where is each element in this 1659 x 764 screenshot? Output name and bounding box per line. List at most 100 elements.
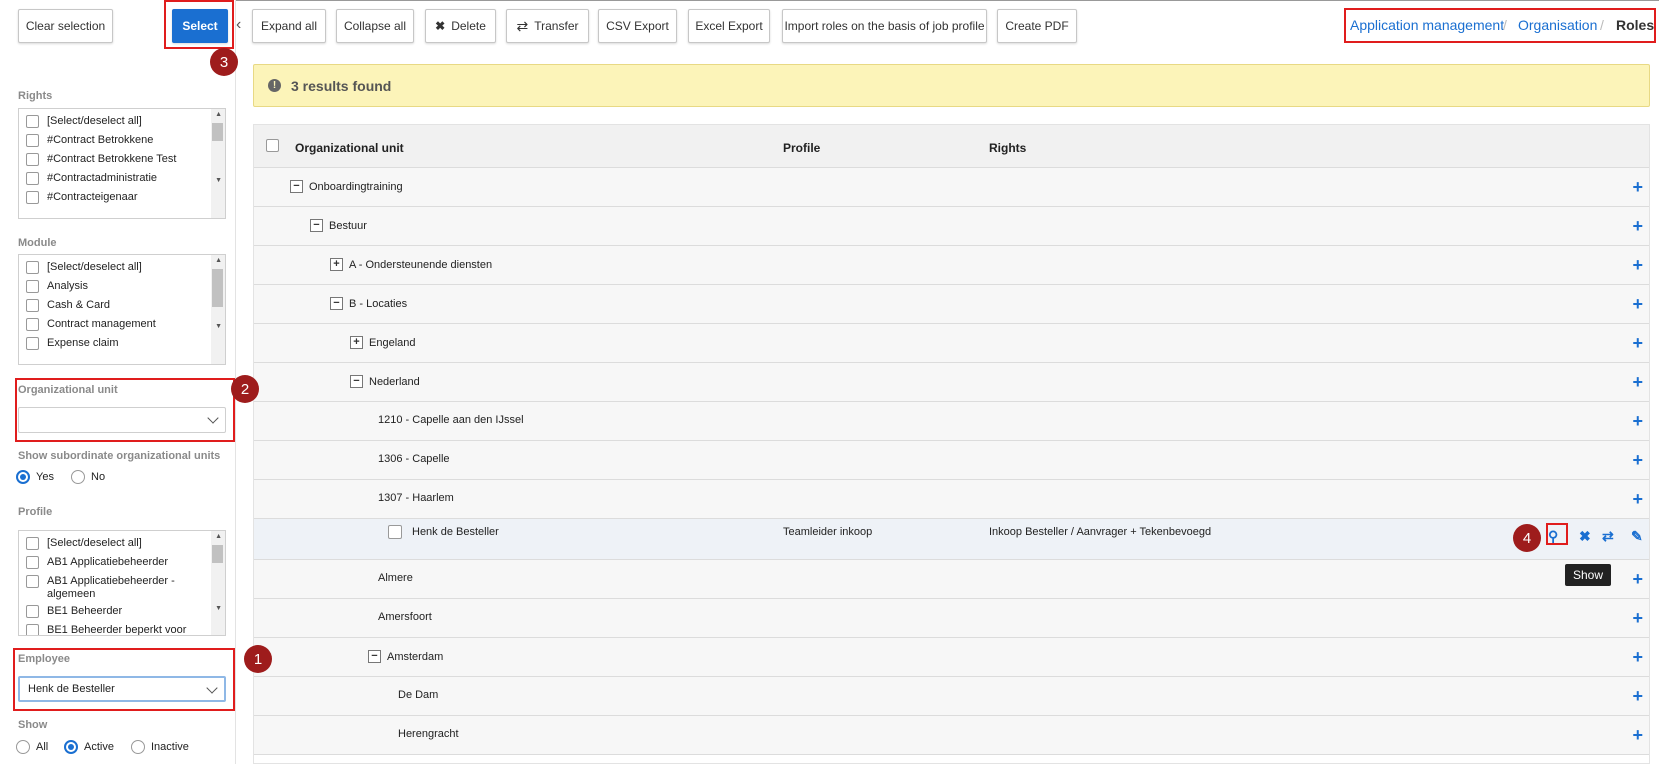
radio-yes[interactable] xyxy=(16,470,30,484)
row-checkbox[interactable] xyxy=(388,525,402,539)
list-item[interactable]: Cash & Card xyxy=(19,296,225,315)
add-icon[interactable]: + xyxy=(1632,334,1643,352)
table-row[interactable]: Herengracht + xyxy=(254,716,1649,755)
scroll-up-icon[interactable]: ▲ xyxy=(215,257,222,264)
collapse-icon[interactable]: − xyxy=(368,650,381,663)
scroll-thumb[interactable] xyxy=(212,123,223,141)
table-row[interactable]: + Engeland + xyxy=(254,324,1649,363)
checkbox[interactable] xyxy=(26,575,39,588)
list-item[interactable]: Contract management xyxy=(19,315,225,334)
list-item[interactable]: Expense claim xyxy=(19,334,225,353)
rights-listbox[interactable]: [Select/deselect all] #Contract Betrokke… xyxy=(18,108,226,219)
add-icon[interactable]: + xyxy=(1632,490,1643,508)
checkbox[interactable] xyxy=(26,172,39,185)
clear-selection-button[interactable]: Clear selection xyxy=(18,9,113,43)
list-item[interactable]: AB1 Applicatiebeheerder - algemeen xyxy=(19,572,225,602)
table-row[interactable]: − Bestuur + xyxy=(254,207,1649,246)
table-row[interactable]: − Nederland + xyxy=(254,363,1649,402)
radio-inactive[interactable] xyxy=(131,740,145,754)
list-item[interactable]: [Select/deselect all] xyxy=(19,534,225,553)
radio-all[interactable] xyxy=(16,740,30,754)
transfer-button[interactable]: ⇄ Transfer xyxy=(506,9,589,43)
checkbox[interactable] xyxy=(26,318,39,331)
table-row[interactable]: De Dam + xyxy=(254,677,1649,716)
expand-icon[interactable]: + xyxy=(350,336,363,349)
add-icon[interactable]: + xyxy=(1632,295,1643,313)
list-item[interactable]: #Contract Betrokkene Test xyxy=(19,150,225,169)
scroll-thumb[interactable] xyxy=(212,269,223,307)
subordinate-no[interactable]: No xyxy=(71,470,105,484)
scroll-down-icon[interactable]: ▼ xyxy=(215,323,222,330)
add-icon[interactable]: + xyxy=(1632,726,1643,744)
scroll-thumb[interactable] xyxy=(212,545,223,563)
expand-all-button[interactable]: Expand all xyxy=(252,9,326,43)
show-all[interactable]: All xyxy=(16,740,48,754)
add-icon[interactable]: + xyxy=(1632,178,1643,196)
add-icon[interactable]: + xyxy=(1632,412,1643,430)
list-item[interactable]: Analysis xyxy=(19,277,225,296)
list-item[interactable]: AB1 Applicatiebeheerder xyxy=(19,553,225,572)
add-icon[interactable]: + xyxy=(1632,570,1643,588)
checkbox[interactable] xyxy=(26,191,39,204)
collapse-icon[interactable]: − xyxy=(290,180,303,193)
list-item[interactable]: #Contractadministratie xyxy=(19,169,225,188)
show-inactive[interactable]: Inactive xyxy=(131,740,189,754)
table-row[interactable]: Almere + xyxy=(254,560,1649,599)
expand-icon[interactable]: + xyxy=(330,258,343,271)
scroll-down-icon[interactable]: ▼ xyxy=(215,177,222,184)
radio-no[interactable] xyxy=(71,470,85,484)
close-icon[interactable]: ✖ xyxy=(1579,528,1591,545)
collapse-icon[interactable]: − xyxy=(330,297,343,310)
checkbox[interactable] xyxy=(26,115,39,128)
scrollbar[interactable]: ▲ ▼ xyxy=(211,531,225,635)
table-row[interactable]: 1307 - Haarlem + xyxy=(254,480,1649,519)
create-pdf-button[interactable]: Create PDF xyxy=(997,9,1077,43)
checkbox[interactable] xyxy=(26,134,39,147)
scrollbar[interactable]: ▲ ▼ xyxy=(211,109,225,218)
list-item[interactable]: #Contracteigenaar xyxy=(19,188,225,207)
transfer-icon[interactable]: ⇄ xyxy=(1602,528,1614,545)
profile-listbox[interactable]: [Select/deselect all] AB1 Applicatiebehe… xyxy=(18,530,226,636)
add-icon[interactable]: + xyxy=(1632,217,1643,235)
table-row[interactable]: + A - Ondersteunende diensten + xyxy=(254,246,1649,285)
add-icon[interactable]: + xyxy=(1632,256,1643,274)
checkbox[interactable] xyxy=(26,556,39,569)
checkbox[interactable] xyxy=(26,299,39,312)
radio-active[interactable] xyxy=(64,740,78,754)
add-icon[interactable]: + xyxy=(1632,451,1643,469)
delete-button[interactable]: ✖ Delete xyxy=(425,9,496,43)
table-row[interactable]: − B - Locaties + xyxy=(254,285,1649,324)
show-active[interactable]: Active xyxy=(64,740,114,754)
add-icon[interactable]: + xyxy=(1632,648,1643,666)
edit-icon[interactable]: ✎ xyxy=(1631,528,1643,545)
add-icon[interactable]: + xyxy=(1632,609,1643,627)
collapse-icon[interactable]: − xyxy=(310,219,323,232)
table-row[interactable]: − Amsterdam + xyxy=(254,638,1649,677)
module-listbox[interactable]: [Select/deselect all] Analysis Cash & Ca… xyxy=(18,254,226,365)
scroll-up-icon[interactable]: ▲ xyxy=(215,533,222,540)
list-item[interactable]: #Contract Betrokkene xyxy=(19,131,225,150)
checkbox[interactable] xyxy=(26,261,39,274)
add-icon[interactable]: + xyxy=(1632,687,1643,705)
table-row[interactable]: Henk de Besteller Teamleider inkoop Inkoop… xyxy=(254,519,1649,560)
checkbox[interactable] xyxy=(26,280,39,293)
excel-export-button[interactable]: Excel Export xyxy=(688,9,770,43)
collapse-icon[interactable]: − xyxy=(350,375,363,388)
list-item[interactable]: [Select/deselect all] xyxy=(19,112,225,131)
list-item[interactable]: BE1 Beheerder beperkt voor xyxy=(19,621,225,635)
add-icon[interactable]: + xyxy=(1632,373,1643,391)
subordinate-yes[interactable]: Yes xyxy=(16,470,54,484)
import-roles-button[interactable]: Import roles on the basis of job profile xyxy=(782,9,987,43)
csv-export-button[interactable]: CSV Export xyxy=(598,9,677,43)
collapse-sidebar-icon[interactable]: ‹ xyxy=(236,16,241,34)
table-row[interactable]: 1210 - Capelle aan den IJssel + xyxy=(254,402,1649,441)
table-row[interactable]: − Onboardingtraining + xyxy=(254,168,1649,207)
scroll-up-icon[interactable]: ▲ xyxy=(215,111,222,118)
select-all-checkbox[interactable] xyxy=(266,139,279,152)
collapse-all-button[interactable]: Collapse all xyxy=(336,9,414,43)
checkbox[interactable] xyxy=(26,337,39,350)
checkbox[interactable] xyxy=(26,624,39,635)
list-item[interactable]: [Select/deselect all] xyxy=(19,258,225,277)
list-item[interactable]: BE1 Beheerder xyxy=(19,602,225,621)
scroll-down-icon[interactable]: ▼ xyxy=(215,605,222,612)
